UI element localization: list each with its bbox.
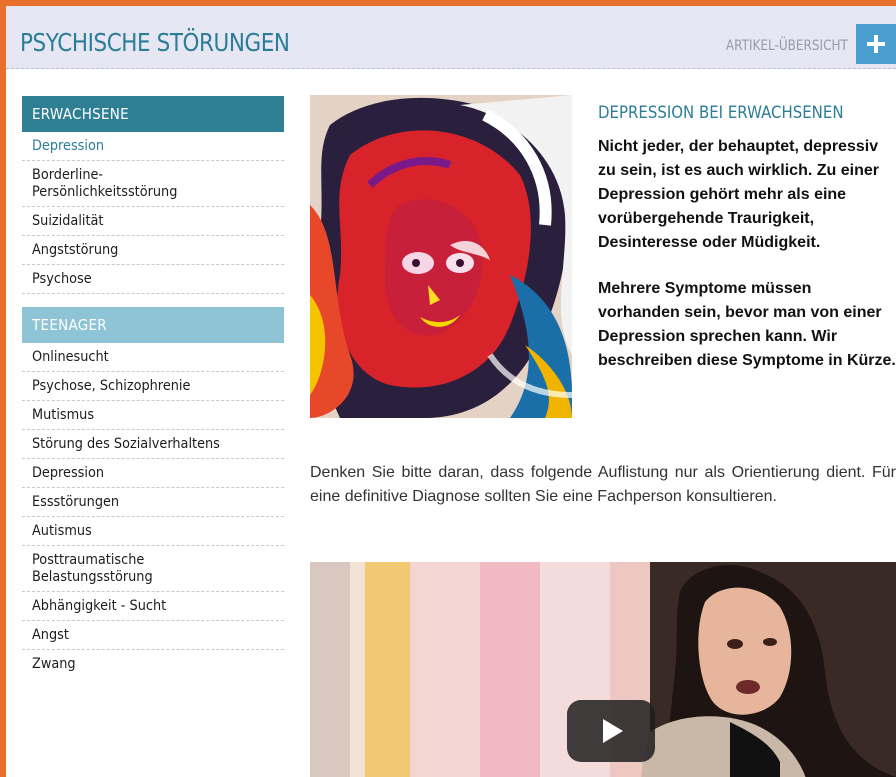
lead-paragraph-2: Mehrere Symptome müssen vorhanden sein, … (598, 280, 896, 369)
sidebar-item-psychose[interactable]: Psychose (22, 265, 284, 294)
sidebar-item-abhaengigkeit[interactable]: Abhängigkeit - Sucht (22, 592, 284, 621)
sidebar-heading-label: ERWACHSENE (32, 105, 129, 123)
sidebar-heading-teens: TEENAGER (22, 307, 284, 343)
sidebar-list-adults: Depression Borderline- Persönlichkeitsst… (22, 132, 284, 294)
sidebar-list-teens: Onlinesucht Psychose, Schizophrenie Muti… (22, 343, 284, 678)
sidebar-item-label: Suizidalität (32, 213, 104, 229)
sidebar-item-label: Essstörungen (32, 494, 120, 510)
sidebar-heading-label: TEENAGER (32, 316, 107, 334)
lead-paragraph-1: Nicht jeder, der behauptet, depressiv zu… (598, 138, 879, 251)
sidebar-item-ptbs[interactable]: Posttraumatische Belastungsstörung (22, 546, 284, 592)
page-title: PSYCHISCHE STÖRUNGEN (20, 28, 290, 57)
sidebar-item-onlinesucht[interactable]: Onlinesucht (22, 343, 284, 372)
sidebar-item-label: Posttraumatische Belastungsstörung (32, 552, 153, 585)
sidebar-item-angststoerung[interactable]: Angststörung (22, 236, 284, 265)
plus-icon[interactable] (856, 24, 896, 64)
article-overview-link[interactable]: ARTIKEL-ÜBERSICHT (726, 38, 848, 54)
painted-face-illustration (310, 95, 572, 418)
sidebar-item-label: Depression (32, 465, 105, 481)
sidebar-item-suizidalitaet[interactable]: Suizidalität (22, 207, 284, 236)
sidebar-item-depression[interactable]: Depression (22, 132, 284, 161)
article-image (310, 95, 572, 418)
sidebar-item-label: Zwang (32, 656, 76, 672)
sidebar-item-sozialverhalten[interactable]: Störung des Sozialverhaltens (22, 430, 284, 459)
sidebar-item-label: Mutismus (32, 407, 95, 423)
sidebar-item-autismus[interactable]: Autismus (22, 517, 284, 546)
sidebar-item-label: Abhängigkeit - Sucht (32, 598, 167, 614)
play-icon[interactable] (567, 700, 655, 762)
sidebar-item-label: Psychose, Schizophrenie (32, 378, 191, 394)
sidebar-item-label: Störung des Sozialverhaltens (32, 436, 220, 452)
sidebar-item-label: Angststörung (32, 242, 119, 258)
sidebar-item-angst[interactable]: Angst (22, 621, 284, 650)
sidebar-item-label: Onlinesucht (32, 349, 109, 365)
sidebar-item-borderline[interactable]: Borderline- Persönlichkeitsstörung (22, 161, 284, 207)
sidebar-item-label: Borderline- Persönlichkeitsstörung (32, 167, 178, 200)
sidebar-item-label: Depression (32, 138, 105, 154)
article-body: Denken Sie bitte daran, dass folgende Au… (310, 464, 896, 505)
sidebar-item-psychose-schizophrenie[interactable]: Psychose, Schizophrenie (22, 372, 284, 401)
sidebar-item-depression-teen[interactable]: Depression (22, 459, 284, 488)
sidebar-item-essstoerungen[interactable]: Essstörungen (22, 488, 284, 517)
sidebar-item-mutismus[interactable]: Mutismus (22, 401, 284, 430)
article-lead: Nicht jeder, der behauptet, depressiv zu… (598, 135, 896, 395)
sidebar-item-label: Autismus (32, 523, 92, 539)
video-player[interactable] (310, 562, 896, 777)
page-header: PSYCHISCHE STÖRUNGEN ARTIKEL-ÜBERSICHT (6, 6, 896, 69)
sidebar-item-label: Psychose (32, 271, 92, 287)
sidebar-item-label: Angst (32, 627, 69, 643)
article-title: DEPRESSION BEI ERWACHSENEN (598, 103, 844, 123)
sidebar-item-zwang[interactable]: Zwang (22, 650, 284, 678)
sidebar-heading-adults: ERWACHSENE (22, 96, 284, 132)
page-frame: PSYCHISCHE STÖRUNGEN ARTIKEL-ÜBERSICHT E… (6, 6, 896, 777)
sidebar: ERWACHSENE Depression Borderline- Persön… (22, 96, 284, 678)
